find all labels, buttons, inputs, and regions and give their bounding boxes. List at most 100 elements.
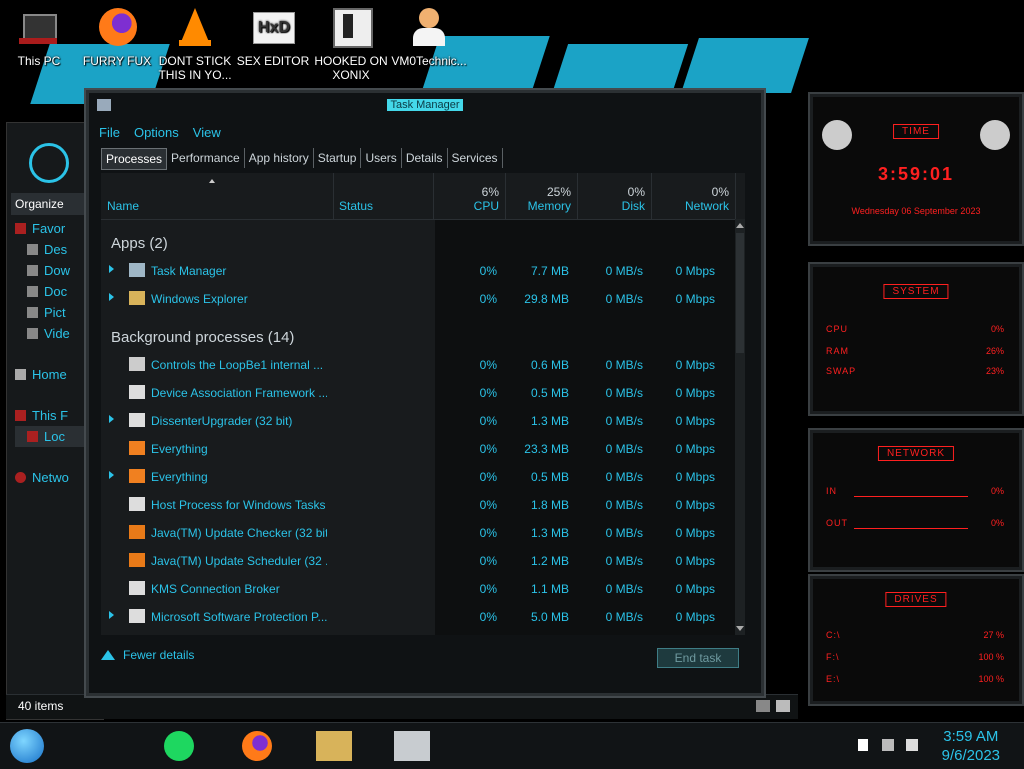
download-folder-icon xyxy=(27,265,38,276)
process-memory: 1.3 MB xyxy=(530,526,569,540)
process-row[interactable]: Java(TM) Update Checker (32 bit) 0% 1.3 MB… xyxy=(101,519,735,547)
drive-f-label: F:\ xyxy=(826,652,840,662)
process-row[interactable]: Everything 0% 23.3 MB 0 MB/s 0 Mbps xyxy=(101,435,735,463)
menu-bar: File Options View xyxy=(99,125,221,140)
tab-users[interactable]: Users xyxy=(361,148,402,168)
group-apps[interactable]: Apps (2) xyxy=(111,235,168,252)
firefox-icon[interactable] xyxy=(242,731,272,761)
desktop-icon-furry-fux[interactable]: FURRY FUX xyxy=(78,4,156,68)
fewer-details-link[interactable]: Fewer details xyxy=(101,648,194,662)
menu-options[interactable]: Options xyxy=(134,125,179,140)
menu-view[interactable]: View xyxy=(193,125,221,140)
process-row[interactable]: DissenterUpgrader (32 bit) 0% 1.3 MB 0 MB/s… xyxy=(101,407,735,435)
expand-arrow-icon[interactable] xyxy=(109,265,114,273)
expand-arrow-icon[interactable] xyxy=(109,611,114,619)
column-status[interactable]: Status xyxy=(333,173,434,219)
expand-arrow-icon[interactable] xyxy=(109,415,114,423)
process-name: Everything xyxy=(151,470,208,484)
end-task-button[interactable]: End task xyxy=(657,648,739,668)
menu-file[interactable]: File xyxy=(99,125,120,140)
column-headers: Name Status 6% CPU 25% Memory 0% Disk 0%… xyxy=(101,173,736,220)
process-cpu: 0% xyxy=(479,264,497,278)
process-name: DissenterUpgrader (32 bit) xyxy=(151,414,293,428)
column-memory[interactable]: 25% Memory xyxy=(505,173,578,219)
drives-gadget: DRIVES C:\ 27 % F:\ 100 % E:\ 100 % xyxy=(808,574,1024,706)
item-count: 40 items xyxy=(18,699,64,713)
process-network: 0 Mbps xyxy=(675,442,715,456)
desktop-icon-dont-stick[interactable]: DONT STICK THIS IN YO... xyxy=(156,4,234,82)
time-gadget: TIME 3:59:01 Wednesday 06 September 2023 xyxy=(808,92,1024,246)
process-name: Everything xyxy=(151,442,208,456)
details-view-icon[interactable] xyxy=(756,700,770,712)
flag-icon[interactable] xyxy=(858,739,868,751)
computer-icon xyxy=(15,410,26,421)
network-gadget-title: NETWORK xyxy=(877,446,955,461)
process-disk: 0 MB/s xyxy=(605,554,643,568)
file-explorer-icon[interactable] xyxy=(316,731,352,761)
process-network: 0 Mbps xyxy=(675,264,715,278)
process-memory: 0.6 MB xyxy=(530,358,569,372)
process-row[interactable]: KMS Connection Broker 0% 1.1 MB 0 MB/s 0 Mbp… xyxy=(101,575,735,603)
volume-icon[interactable] xyxy=(906,739,918,751)
time-gadget-title: TIME xyxy=(893,124,939,139)
network-tray-icon[interactable] xyxy=(882,739,894,751)
drive-f-value: 100 % xyxy=(978,652,1004,662)
desktop-icon-sex-editor[interactable]: HxD SEX EDITOR xyxy=(234,4,312,68)
scrollbar-thumb[interactable] xyxy=(736,233,744,353)
system-gadget: SYSTEM CPU 0% RAM 26% SWAP 23% xyxy=(808,262,1024,416)
scroll-down-icon[interactable] xyxy=(736,626,744,631)
task-manager-icon[interactable] xyxy=(394,731,430,761)
tab-services[interactable]: Services xyxy=(448,148,503,168)
process-name: Java(TM) Update Scheduler (32 ... xyxy=(151,554,327,568)
column-network[interactable]: 0% Network xyxy=(651,173,736,219)
column-disk[interactable]: 0% Disk xyxy=(577,173,652,219)
process-row[interactable]: Microsoft Software Protection P... 0% 5.0 … xyxy=(101,603,735,631)
desktop-icon-this-pc[interactable]: This PC xyxy=(0,4,78,68)
process-disk: 0 MB/s xyxy=(605,358,643,372)
task-manager-window[interactable]: Task Manager File Options View Processes… xyxy=(86,90,764,696)
process-row[interactable]: Everything 0% 0.5 MB 0 MB/s 0 Mbps xyxy=(101,463,735,491)
process-disk: 0 MB/s xyxy=(605,442,643,456)
taskbar: 3:59 AM 9/6/2023 xyxy=(0,722,1024,769)
large-icons-view-icon[interactable] xyxy=(776,700,790,712)
process-row[interactable]: Host Process for Windows Tasks 0% 1.8 MB 0 … xyxy=(101,491,735,519)
swap-value: 23% xyxy=(985,366,1004,376)
scroll-up-icon[interactable] xyxy=(736,223,744,228)
tab-processes[interactable]: Processes xyxy=(101,148,168,170)
column-name[interactable]: Name xyxy=(101,173,334,219)
process-row[interactable]: Windows Explorer 0% 29.8 MB 0 MB/s 0 Mbps xyxy=(101,285,735,313)
process-cpu: 0% xyxy=(479,386,497,400)
vertical-scrollbar[interactable] xyxy=(735,219,745,635)
tab-app-history[interactable]: App history xyxy=(245,148,314,168)
explorer-back-icon[interactable] xyxy=(29,143,69,183)
process-memory: 1.1 MB xyxy=(530,582,569,596)
sort-up-icon xyxy=(209,179,215,183)
process-row[interactable]: Task Manager 0% 7.7 MB 0 MB/s 0 Mbps xyxy=(101,257,735,285)
tab-details[interactable]: Details xyxy=(402,148,448,168)
process-icon xyxy=(129,357,145,371)
drive-c-value: 27 % xyxy=(983,630,1004,640)
process-row[interactable]: Device Association Framework ... 0% 0.5 MB… xyxy=(101,379,735,407)
process-icon xyxy=(129,413,145,427)
group-background[interactable]: Background processes (14) xyxy=(111,329,294,346)
process-row[interactable]: Controls the LoopBe1 internal ... 0% 0.6 M… xyxy=(101,351,735,379)
process-cpu: 0% xyxy=(479,414,497,428)
process-icon xyxy=(129,581,145,595)
process-name: Controls the LoopBe1 internal ... xyxy=(151,358,324,372)
ram-label: RAM xyxy=(826,346,849,356)
column-cpu[interactable]: 6% CPU xyxy=(433,173,506,219)
process-memory: 1.2 MB xyxy=(530,554,569,568)
net-in-graph xyxy=(854,496,968,497)
net-out-label: OUT xyxy=(826,518,848,528)
taskbar-clock[interactable]: 3:59 AM 9/6/2023 xyxy=(942,727,1000,765)
drive-icon xyxy=(27,431,38,442)
desktop-icon-vm0technic[interactable]: VM0Technic... xyxy=(390,4,468,68)
tab-performance[interactable]: Performance xyxy=(167,148,245,168)
spotify-icon[interactable] xyxy=(164,731,194,761)
expand-arrow-icon[interactable] xyxy=(109,293,114,301)
expand-arrow-icon[interactable] xyxy=(109,471,114,479)
process-row[interactable]: Java(TM) Update Scheduler (32 ... 0% 1.2 M… xyxy=(101,547,735,575)
start-button[interactable] xyxy=(10,729,44,763)
desktop-icon-hooked-on-xonix[interactable]: HOOKED ON XONIX xyxy=(312,4,390,82)
tab-startup[interactable]: Startup xyxy=(314,148,362,168)
